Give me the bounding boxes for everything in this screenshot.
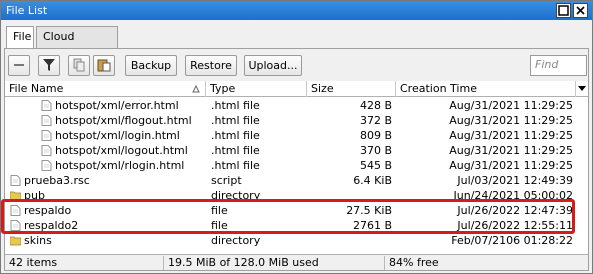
row-file-name: hotspot/xml/logout.html	[55, 144, 188, 157]
row-creation-time: Aug/31/2021 11:29:25	[449, 99, 573, 112]
table-row[interactable]: hotspot/xml/flogout.html .html file 372 B A…	[5, 113, 588, 128]
title-bar: File List	[1, 1, 592, 20]
table-row[interactable]: hotspot/xml/rlogin.html .html file 545 B Au…	[5, 158, 588, 173]
row-size: 6.4 KiB	[353, 174, 392, 187]
file-icon	[41, 160, 52, 171]
column-file-name[interactable]: File Name	[5, 81, 206, 97]
sort-icon	[192, 85, 200, 93]
window-title: File List	[6, 4, 48, 17]
upload-label: Upload...	[248, 59, 298, 72]
remove-button[interactable]	[8, 55, 30, 76]
chevron-down-icon	[578, 86, 586, 91]
row-size	[307, 233, 392, 248]
find-placeholder: Find	[535, 58, 559, 71]
row-type: .html file	[211, 144, 260, 157]
row-file-name: hotspot/xml/flogout.html	[55, 114, 192, 127]
row-type: .html file	[211, 99, 260, 112]
row-type: directory	[211, 234, 261, 247]
column-creation-time-label: Creation Time	[400, 82, 477, 95]
column-chooser-button[interactable]	[576, 81, 588, 97]
row-file-name: hotspot/xml/error.html	[55, 99, 179, 112]
backup-button[interactable]: Backup	[125, 55, 177, 76]
row-creation-time: Jul/03/2021 12:49:39	[457, 174, 573, 187]
row-type: .html file	[211, 114, 260, 127]
close-icon	[576, 6, 585, 15]
file-icon	[41, 115, 52, 126]
row-size: 428 B	[359, 99, 392, 112]
row-creation-time: Aug/31/2021 11:29:25	[449, 114, 573, 127]
row-type: .html file	[211, 159, 260, 172]
row-size: 370 B	[359, 144, 392, 157]
copy-icon	[73, 58, 85, 72]
table-row[interactable]: hotspot/xml/login.html .html file 809 B Aug…	[5, 128, 588, 143]
find-input[interactable]: Find	[530, 55, 587, 76]
column-type[interactable]: Type	[206, 81, 307, 97]
restore-button[interactable]: Restore	[185, 55, 237, 76]
row-creation-time: Feb/07/2106 01:28:22	[451, 234, 573, 247]
highlight-box	[1, 199, 575, 234]
file-list-window: File List File Cloud Backup Backup	[0, 0, 593, 274]
row-creation-time: Aug/31/2021 11:29:25	[449, 159, 573, 172]
status-items: 42 items	[5, 256, 164, 270]
restore-icon	[558, 5, 569, 16]
status-bar: 42 items 19.5 MiB of 128.0 MiB used 84% …	[5, 254, 588, 270]
column-size[interactable]: Size	[307, 81, 396, 97]
table-header: File Name Type Size Creation Time	[5, 81, 588, 97]
paste-icon	[97, 59, 111, 72]
folder-icon	[9, 235, 22, 246]
row-file-name: hotspot/xml/login.html	[55, 129, 180, 142]
close-window-button[interactable]	[573, 3, 588, 18]
row-creation-time: Aug/31/2021 11:29:25	[449, 144, 573, 157]
file-panel: Backup Restore Upload... Find File Name …	[4, 48, 589, 271]
row-file-name: prueba3.rsc	[24, 174, 90, 187]
row-size: 809 B	[359, 129, 392, 142]
status-free: 84% free	[389, 256, 439, 269]
toolbar: Backup Restore Upload... Find	[5, 49, 588, 81]
file-icon	[41, 100, 52, 111]
filter-button[interactable]	[38, 55, 60, 76]
column-creation-time[interactable]: Creation Time	[396, 81, 576, 97]
tab-file-label: File	[13, 30, 32, 43]
column-file-name-label: File Name	[9, 82, 64, 95]
tab-file[interactable]: File	[6, 26, 34, 49]
row-size: 372 B	[359, 114, 392, 127]
table-row[interactable]: skins directory Feb/07/2106 01:28:22	[5, 233, 588, 248]
restore-window-button[interactable]	[556, 3, 571, 18]
filter-icon	[43, 59, 55, 71]
row-type: script	[211, 174, 242, 187]
row-creation-time: Aug/31/2021 11:29:25	[449, 129, 573, 142]
file-icon	[41, 130, 52, 141]
file-icon	[10, 175, 21, 186]
minus-icon	[14, 64, 24, 66]
upload-button[interactable]: Upload...	[244, 55, 302, 76]
row-type: .html file	[211, 129, 260, 142]
vertical-scrollbar[interactable]	[576, 113, 588, 253]
row-file-name: hotspot/xml/rlogin.html	[55, 159, 185, 172]
restore-label: Restore	[190, 59, 232, 72]
paste-button[interactable]	[93, 55, 115, 76]
table-row[interactable]: prueba3.rsc script 6.4 KiB Jul/03/2021 12:4…	[5, 173, 588, 188]
table-row[interactable]: hotspot/xml/error.html .html file 428 B Aug…	[5, 98, 588, 113]
column-size-label: Size	[311, 82, 334, 95]
table-row[interactable]: hotspot/xml/logout.html .html file 370 B Au…	[5, 143, 588, 158]
file-icon	[41, 145, 52, 156]
copy-button[interactable]	[68, 55, 90, 76]
row-file-name: skins	[24, 234, 52, 247]
tab-cloud-backup[interactable]: Cloud Backup	[36, 26, 118, 63]
column-type-label: Type	[210, 82, 236, 95]
status-usage: 19.5 MiB of 128.0 MiB used	[164, 256, 385, 270]
backup-label: Backup	[130, 59, 172, 72]
row-size: 545 B	[359, 159, 392, 172]
